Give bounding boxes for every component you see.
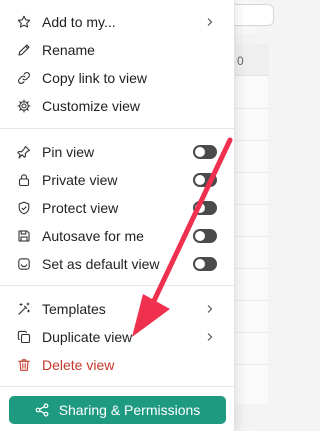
trash-icon	[17, 358, 31, 372]
menu-item-duplicate-view[interactable]: Duplicate view	[0, 323, 235, 351]
view-options-menu: Add to my... Rename Copy link to view Cu…	[0, 0, 235, 431]
table-row-divider	[229, 300, 269, 301]
menu-divider	[0, 386, 235, 387]
menu-item-label: Customize view	[42, 98, 141, 114]
link-icon	[17, 71, 31, 85]
save-icon	[17, 229, 31, 243]
menu-item-label: Add to my...	[42, 14, 116, 30]
menu-item-copy-link[interactable]: Copy link to view	[0, 64, 235, 92]
menu-item-label: Pin view	[42, 144, 95, 160]
table-row-divider	[229, 268, 269, 269]
menu-item-private-view[interactable]: Private view	[0, 166, 235, 194]
gear-icon	[17, 99, 31, 113]
set-default-view-toggle[interactable]	[193, 257, 217, 271]
menu-divider	[0, 128, 235, 129]
default-view-icon	[17, 257, 31, 271]
pencil-icon	[17, 43, 31, 57]
shield-icon	[17, 201, 31, 215]
menu-item-label: Copy link to view	[42, 70, 148, 86]
menu-item-protect-view[interactable]: Protect view	[0, 194, 235, 222]
table-row-divider	[229, 332, 269, 333]
table-row-divider	[229, 140, 269, 141]
menu-divider	[0, 285, 235, 286]
menu-item-set-default-view[interactable]: Set as default view	[0, 250, 235, 278]
menu-item-rename[interactable]: Rename	[0, 36, 235, 64]
table-header: 0	[229, 44, 269, 76]
duplicate-icon	[17, 330, 31, 344]
menu-item-templates[interactable]: Templates	[0, 295, 235, 323]
lock-icon	[17, 173, 31, 187]
table-row-divider	[229, 108, 269, 109]
pin-view-toggle[interactable]	[193, 145, 217, 159]
chevron-right-icon	[205, 304, 215, 314]
autosave-toggle[interactable]	[193, 229, 217, 243]
menu-item-label: Autosave for me	[42, 228, 144, 244]
menu-item-label: Protect view	[42, 200, 119, 216]
table-row-divider	[229, 172, 269, 173]
private-view-toggle[interactable]	[193, 173, 217, 187]
share-icon	[35, 403, 49, 417]
menu-item-label: Rename	[42, 42, 95, 58]
menu-item-label: Delete view	[42, 357, 115, 373]
magic-wand-icon	[17, 302, 31, 316]
menu-item-customize-view[interactable]: Customize view	[0, 92, 235, 120]
menu-item-label: Duplicate view	[42, 329, 133, 345]
menu-item-label: Private view	[42, 172, 118, 188]
toggle-knob	[195, 203, 205, 213]
chevron-right-icon	[205, 17, 215, 27]
protect-view-toggle[interactable]	[193, 201, 217, 215]
menu-item-pin-view[interactable]: Pin view	[0, 138, 235, 166]
menu-item-autosave[interactable]: Autosave for me	[0, 222, 235, 250]
star-icon	[17, 15, 31, 29]
table-row-divider	[229, 364, 269, 365]
menu-item-label: Templates	[42, 301, 106, 317]
menu-item-delete-view[interactable]: Delete view	[0, 351, 235, 379]
pin-icon	[17, 145, 31, 159]
table-row-divider	[229, 236, 269, 237]
toggle-knob	[195, 147, 205, 157]
menu-item-label: Set as default view	[42, 256, 160, 272]
table-cell: 0	[237, 54, 244, 68]
sharing-permissions-label: Sharing & Permissions	[58, 402, 201, 418]
toggle-knob	[195, 259, 205, 269]
toggle-knob	[195, 175, 205, 185]
toggle-knob	[195, 231, 205, 241]
table-row-divider	[229, 204, 269, 205]
menu-item-add-to-my[interactable]: Add to my...	[0, 8, 235, 36]
chevron-right-icon	[205, 332, 215, 342]
sharing-permissions-button[interactable]: Sharing & Permissions	[9, 396, 226, 424]
